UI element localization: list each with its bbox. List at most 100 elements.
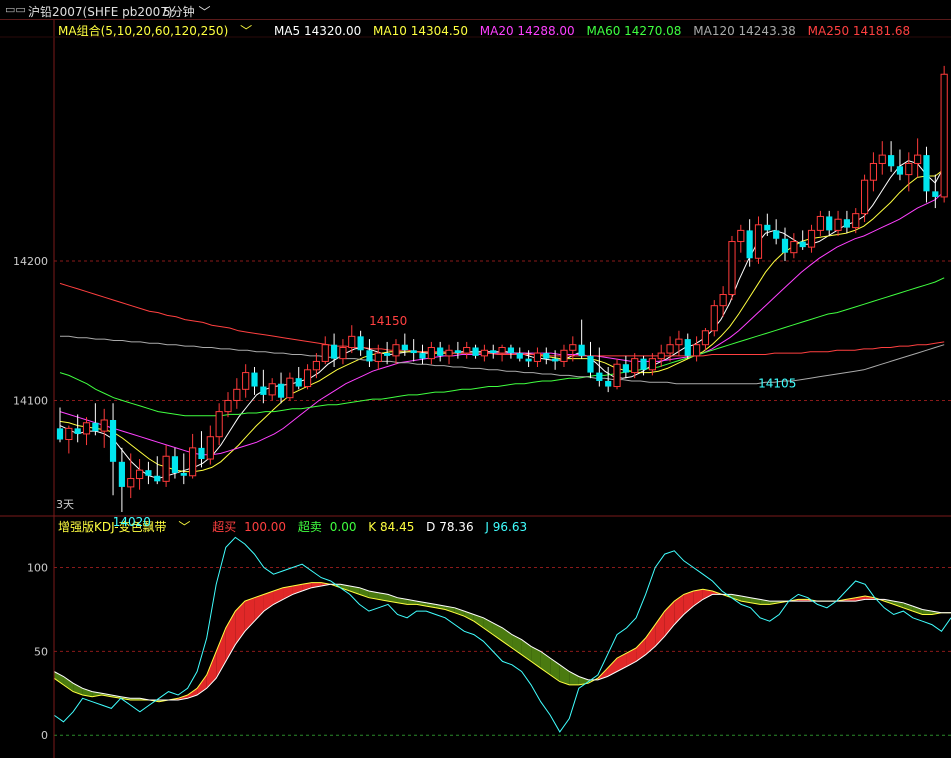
candle-body-up (82, 422, 91, 435)
candle-body-up (100, 419, 108, 432)
candle-body-down (596, 372, 603, 381)
candle-body-down (781, 238, 789, 253)
candle-body-down (454, 350, 461, 354)
price-annotation: 14105 (758, 377, 796, 391)
candle-body-up (878, 154, 886, 164)
candle-body-up (790, 241, 798, 254)
candle-body-down (145, 470, 152, 476)
candle-body-down (410, 350, 417, 354)
candle-body-down (543, 353, 550, 359)
candle-body-down (366, 350, 373, 362)
candle-body-up (648, 358, 656, 371)
candle-body-down (118, 461, 125, 487)
candle-body-down (472, 347, 479, 356)
candle-body-up (569, 344, 577, 351)
candle-body-up (834, 218, 842, 231)
candle-body-up (613, 363, 621, 388)
candle-body-down (773, 230, 780, 239)
price-annotation: 14020 (113, 515, 151, 529)
candle-body-down (92, 422, 99, 432)
candle-body-down (295, 378, 302, 387)
y-tick-label: 14200 (13, 255, 48, 268)
candle-body-up (268, 383, 276, 396)
candle-body-up (189, 447, 197, 477)
candle-body-up (692, 344, 701, 357)
candle-body-up (427, 346, 435, 360)
candle-body-down (896, 166, 904, 175)
candle-body-up (860, 179, 869, 215)
candle-body-up (710, 305, 718, 332)
candle-body-up (816, 215, 824, 231)
candle-body-up (374, 352, 382, 362)
candle-body-down (888, 155, 895, 167)
candle-body-down (605, 380, 612, 387)
candle-body-down (826, 216, 833, 231)
candle-body-up (215, 411, 223, 438)
candle-body-up (127, 478, 135, 488)
candle-body-down (74, 428, 81, 434)
candle-body-up (135, 469, 144, 480)
candle-body-down (401, 344, 408, 351)
candle-body-up (286, 377, 294, 399)
candle-body-down (640, 358, 647, 370)
kdj-line-d (53, 583, 951, 701)
kdj-tick-label: 100 (27, 562, 48, 575)
candle-body-up (657, 352, 665, 360)
candle-body-up (728, 241, 736, 296)
candle-body-down (923, 155, 930, 192)
kdj-tick-label: 0 (41, 729, 48, 742)
candle-body-down (384, 353, 391, 356)
kdj-band-segment (693, 589, 703, 607)
kdj-line-k (53, 582, 951, 703)
candle-body-up (463, 346, 471, 354)
candle-body-up (321, 344, 329, 362)
candle-body-up (348, 335, 356, 348)
kdj-grid: 0 50 100 (27, 562, 951, 742)
candle-body-up (701, 330, 710, 346)
candle-body-up (914, 154, 922, 164)
candle-body-up (560, 349, 568, 362)
corner-label: 3天 (56, 498, 74, 511)
candle-body-down (799, 241, 806, 248)
price-grid: 14100 14200 (13, 255, 951, 407)
candle-body-up (737, 229, 745, 243)
kdj-band-segment (63, 676, 74, 692)
candle-body-up (206, 436, 214, 460)
candle-body-down (56, 428, 64, 440)
candle-body-up (224, 399, 232, 413)
candle-body-down (180, 472, 187, 476)
candle-body-up (631, 358, 639, 374)
candle-body-down (552, 358, 559, 362)
kdj-band-segment (254, 594, 264, 622)
candle-body-up (905, 162, 913, 176)
candle-body-up (445, 349, 453, 357)
candle-body-down (171, 456, 179, 473)
candle-body-up (807, 229, 816, 248)
candle-body-up (852, 213, 860, 229)
candle-body-up (940, 73, 948, 198)
candle-body-down (587, 355, 594, 373)
candle-body-up (392, 344, 400, 357)
candle-body-up (339, 346, 347, 360)
candle-body-up (312, 360, 321, 371)
candles (56, 65, 948, 512)
price-annotation: 14150 (369, 314, 407, 328)
kdj-tick-label: 50 (34, 645, 48, 658)
candle-body-down (764, 224, 771, 231)
candle-body-up (675, 338, 683, 346)
candle-body-up (869, 162, 878, 181)
candle-body-up (242, 372, 250, 390)
candle-body-down (251, 372, 258, 387)
candle-body-down (516, 353, 523, 359)
candle-body-up (65, 427, 73, 441)
candle-body-up (480, 349, 488, 357)
chart-canvas[interactable]: 1410014200 1415014105140201433天 050100 (0, 0, 951, 758)
candle-body-down (419, 353, 426, 359)
candle-body-down (490, 350, 497, 354)
candle-body-down (525, 358, 532, 362)
candle-body-up (162, 455, 170, 482)
candle-body-down (277, 383, 285, 398)
candle-body-down (437, 347, 444, 356)
candle-body-up (303, 369, 312, 388)
candle-body-up (719, 294, 727, 307)
